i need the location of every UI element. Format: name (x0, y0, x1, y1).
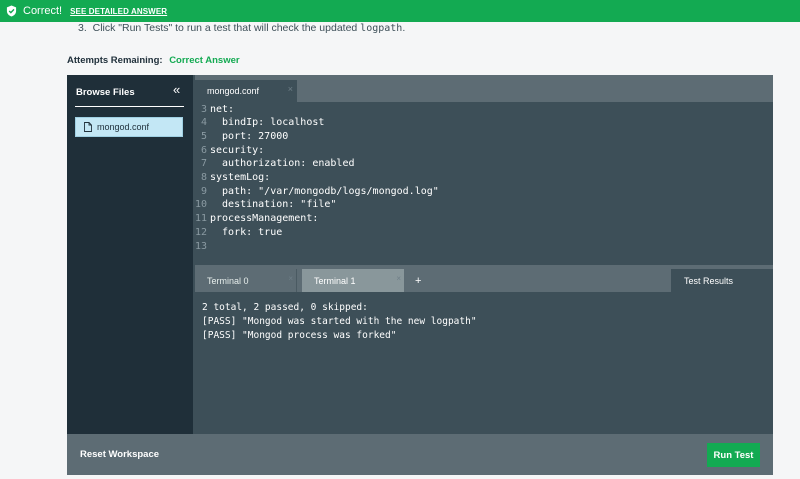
code-line: 3 net: (195, 102, 234, 116)
terminal-tab-bar: Terminal 0 × Terminal 1 × + Test Results (195, 265, 773, 292)
line-number: 11 (195, 213, 208, 225)
line-number: 12 (195, 226, 208, 238)
sidebar-divider (75, 106, 184, 107)
banner-status-text: Correct! (23, 5, 63, 17)
code-line: 10 destination: "file" (195, 198, 336, 212)
line-text: security: (210, 144, 265, 156)
test-results-output: 2 total, 2 passed, 0 skipped: [PASS] "Mo… (195, 292, 773, 434)
step-instruction: 3. Click "Run Tests" to run a test that … (78, 22, 405, 34)
attempts-remaining: Attempts Remaining: Correct Answer (67, 55, 240, 66)
step-text-end: . (402, 22, 406, 34)
line-text: authorization: enabled (210, 158, 355, 170)
shield-check-icon (6, 5, 17, 17)
line-number: 4 (200, 117, 207, 129)
run-test-button[interactable]: Run Test (707, 443, 760, 467)
file-browser-sidebar: Browse Files « mongod.conf (67, 75, 193, 434)
line-number: 8 (200, 172, 207, 183)
line-text: port: 27000 (210, 130, 289, 142)
step-code: logpath (360, 23, 403, 34)
line-number: 5 (200, 130, 207, 142)
line-text: bindIp: localhost (210, 117, 325, 129)
line-number: 3 (200, 103, 207, 115)
editor-tab-label: mongod.conf (207, 86, 260, 96)
tab-mongod-conf[interactable]: mongod.conf × (195, 80, 297, 102)
file-icon (84, 122, 92, 132)
attempts-label: Attempts Remaining: (67, 55, 163, 66)
workspace: Browse Files « mongod.conf mongod.conf ×… (67, 75, 773, 475)
terminal-tab-label: Terminal 1 (314, 275, 356, 286)
browse-files-title: Browse Files (76, 87, 135, 98)
success-banner: Correct! SEE DETAILED ANSWER (0, 0, 800, 22)
close-tab-icon[interactable]: × (288, 274, 293, 283)
line-text: processManagement: (210, 213, 319, 225)
code-line: 12 fork: true (195, 225, 282, 239)
code-line: 9 path: "/var/mongodb/logs/mongod.log" (195, 184, 439, 198)
line-text: destination: "file" (210, 199, 337, 211)
code-line: 5 port: 27000 (195, 129, 288, 143)
line-number: 6 (200, 144, 207, 156)
code-editor[interactable]: 3 net: 4 bindIp: localhost 5 port: 27000 … (195, 102, 773, 265)
code-line: 7 authorization: enabled (195, 157, 355, 171)
line-text: systemLog: (210, 172, 271, 183)
tab-terminal-0[interactable]: Terminal 0 × (195, 269, 297, 292)
file-item-mongod-conf[interactable]: mongod.conf (75, 117, 183, 137)
line-text: path: "/var/mongodb/logs/mongod.log" (210, 185, 439, 197)
code-line: 13 (195, 239, 210, 253)
code-line: 8 systemLog: (195, 171, 270, 185)
workspace-footer: Reset Workspace Run Test (67, 434, 773, 475)
line-text: net: (210, 103, 235, 115)
line-number: 9 (200, 185, 207, 197)
tab-test-results[interactable]: Test Results (671, 269, 773, 292)
line-text: fork: true (210, 226, 283, 238)
editor-tab-bar: mongod.conf × (195, 75, 773, 102)
code-line: 4 bindIp: localhost (195, 116, 324, 130)
add-terminal-icon[interactable]: + (415, 269, 429, 292)
attempts-value: Correct Answer (169, 55, 240, 66)
line-number: 13 (195, 240, 208, 252)
line-number: 7 (200, 158, 207, 170)
step-text: Click "Run Tests" to run a test that wil… (92, 22, 361, 34)
file-name: mongod.conf (97, 122, 150, 132)
collapse-sidebar-icon[interactable]: « (173, 82, 180, 97)
terminal-tab-label: Terminal 0 (207, 275, 249, 286)
close-tab-icon[interactable]: × (396, 274, 401, 283)
reset-workspace-button[interactable]: Reset Workspace (80, 449, 159, 460)
line-number: 10 (195, 199, 208, 211)
see-detailed-answer-link[interactable]: SEE DETAILED ANSWER (70, 7, 167, 16)
code-line: 6 security: (195, 143, 264, 157)
step-number: 3. (78, 22, 87, 34)
code-line: 11 processManagement: (195, 212, 318, 226)
tab-terminal-1[interactable]: Terminal 1 × (302, 269, 404, 292)
close-tab-icon[interactable]: × (288, 84, 293, 94)
